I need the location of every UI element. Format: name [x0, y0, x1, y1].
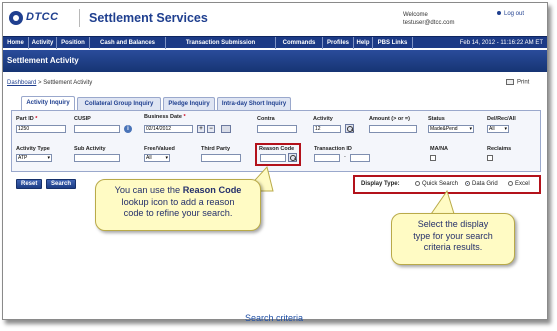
nav-datetime: Feb 14, 2012 - 11:16:22 AM ET — [459, 40, 543, 46]
part-id-label: Part ID * — [16, 116, 38, 122]
status-label: Status — [428, 116, 445, 122]
transaction-id-label: Transaction ID — [314, 146, 352, 152]
ma-na-label: MA/NA — [430, 146, 449, 152]
nav-transaction-submission[interactable]: Transaction Submission — [166, 37, 276, 49]
print-button[interactable]: Print — [506, 79, 529, 86]
sub-activity-label: Sub Activity — [74, 146, 106, 152]
cusip-input[interactable] — [74, 125, 120, 133]
search-button[interactable]: Search — [46, 179, 77, 189]
nav-pbs-links[interactable]: PBS Links — [373, 37, 413, 49]
figure-caption: Search criteria — [244, 313, 304, 323]
activity-lookup-icon[interactable] — [345, 124, 354, 133]
display-type-callout: Select the display type for your search … — [391, 213, 515, 265]
reason-code-callout: You can use the Reason Code lookup icon … — [95, 179, 261, 231]
business-date-input[interactable] — [144, 125, 193, 133]
activity-input[interactable] — [313, 125, 341, 133]
main-nav: Home Activity Position Cash and Balances… — [3, 36, 547, 49]
user-email: testuser@dtcc.com — [403, 20, 455, 26]
logo-icon — [9, 11, 23, 25]
reclaims-label: Reclaims — [487, 146, 512, 152]
nav-cash-and-balances[interactable]: Cash and Balances — [90, 37, 166, 49]
transaction-id-input-1[interactable] — [314, 154, 340, 162]
business-date-label: Business Date * — [144, 114, 186, 120]
tab-collateral-group-inquiry[interactable]: Collateral Group Inquiry — [77, 97, 161, 111]
breadcrumb-current: Settlement Activity — [43, 80, 93, 86]
page-title: Settlement Activity — [7, 56, 79, 65]
logo-text: DTCC — [26, 11, 59, 23]
activity-type-select[interactable]: ATP — [16, 154, 52, 162]
tab-pledge-inquiry[interactable]: Pledge Inquiry — [163, 97, 215, 111]
reset-button[interactable]: Reset — [16, 179, 43, 189]
breadcrumb-dashboard[interactable]: Dashboard — [7, 80, 36, 86]
dtcc-logo[interactable]: DTCC — [9, 9, 69, 27]
free-valued-select[interactable]: All — [144, 154, 170, 162]
amount-input[interactable] — [369, 125, 417, 133]
third-party-label: Third Party — [201, 146, 231, 152]
activity-label: Activity — [313, 116, 333, 122]
nav-profiles[interactable]: Profiles — [323, 37, 354, 49]
page-title-bar: Settlement Activity — [3, 50, 547, 72]
header-divider — [79, 9, 80, 27]
header: DTCC Settlement Services Welcome testuse… — [3, 3, 547, 36]
amount-label: Amount (> or =) — [369, 116, 410, 122]
printer-icon — [506, 79, 514, 85]
third-party-input[interactable] — [201, 154, 241, 162]
tab-activity-inquiry[interactable]: Activity Inquiry — [21, 96, 75, 111]
calendar-icon[interactable] — [221, 125, 231, 133]
activity-type-label: Activity Type — [16, 146, 50, 152]
nav-help[interactable]: Help — [354, 37, 373, 49]
date-minus-button[interactable]: − — [207, 125, 215, 133]
ma-na-checkbox[interactable] — [430, 155, 436, 161]
logout-link[interactable]: Log out — [497, 11, 524, 17]
tab-intra-day-short-inquiry[interactable]: Intra-day Short Inquiry — [217, 97, 291, 111]
status-select[interactable]: Made&Pend — [428, 125, 474, 133]
date-plus-button[interactable]: + — [197, 125, 205, 133]
del-rec-all-label: Del/Rec/All — [487, 116, 516, 122]
contra-input[interactable] — [257, 125, 297, 133]
contra-label: Contra — [257, 116, 275, 122]
welcome-block: Welcome testuser@dtcc.com — [403, 11, 454, 27]
nav-position[interactable]: Position — [57, 37, 90, 49]
welcome-label: Welcome — [403, 12, 428, 18]
print-label: Print — [517, 79, 530, 86]
nav-home[interactable]: Home — [3, 37, 29, 49]
app-title: Settlement Services — [89, 11, 208, 25]
nav-commands[interactable]: Commands — [276, 37, 323, 49]
sub-activity-input[interactable] — [74, 154, 120, 162]
logout-bullet-icon — [497, 11, 501, 16]
transaction-id-input-2[interactable] — [350, 154, 370, 162]
del-rec-all-select[interactable]: All — [487, 125, 509, 133]
transaction-id-separator: - — [344, 154, 346, 160]
reclaims-checkbox[interactable] — [487, 155, 493, 161]
cusip-label: CUSIP — [74, 116, 91, 122]
app-window: DTCC Settlement Services Welcome testuse… — [2, 2, 548, 320]
breadcrumb-separator: > — [38, 80, 42, 86]
part-id-input[interactable] — [16, 125, 66, 133]
free-valued-label: Free/Valued — [144, 146, 175, 152]
nav-activity[interactable]: Activity — [29, 37, 57, 49]
logout-label: Log out — [504, 11, 525, 17]
cusip-info-icon[interactable]: i — [124, 125, 132, 133]
breadcrumb: Dashboard > Settlement Activity — [7, 80, 92, 86]
